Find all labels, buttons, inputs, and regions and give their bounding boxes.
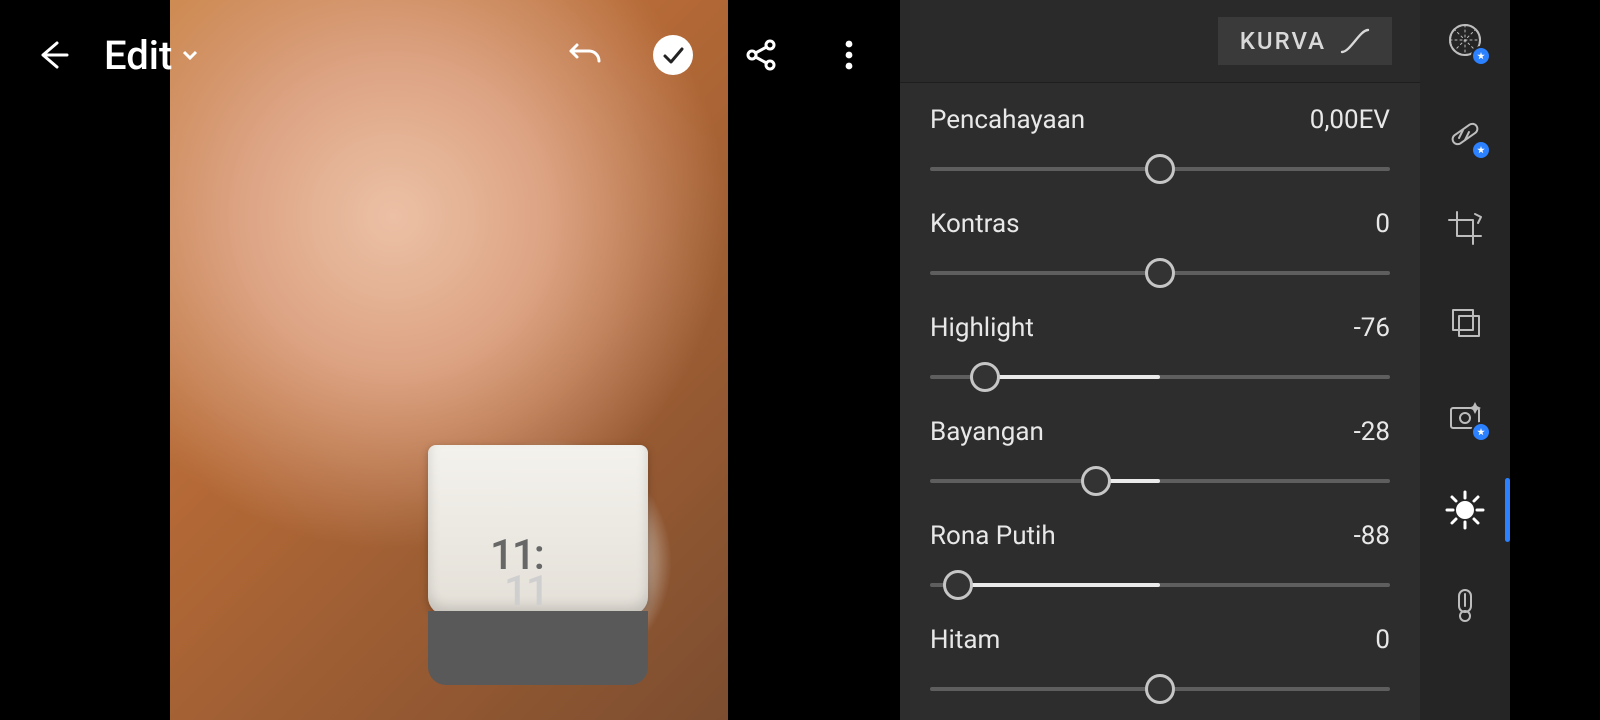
tool-masking[interactable] (1443, 18, 1487, 62)
check-icon (660, 42, 686, 68)
undo-button[interactable] (564, 34, 606, 76)
slider-thumb[interactable] (1145, 258, 1175, 288)
slider-exposure[interactable] (930, 153, 1390, 185)
tool-color[interactable] (1443, 582, 1487, 626)
tool-crop[interactable] (1443, 206, 1487, 250)
curve-icon (1340, 28, 1370, 54)
canvas-area: 11: 11 Edit (0, 0, 900, 720)
slider-thumb[interactable] (1081, 466, 1111, 496)
light-icon (1445, 490, 1485, 530)
tool-presets[interactable] (1443, 300, 1487, 344)
crop-icon (1445, 208, 1485, 248)
slider-labels: Pencahayaan 0,00EV (930, 105, 1390, 135)
slider-list: Pencahayaan 0,00EV Kontras 0 Highlight -76 Bay… (900, 83, 1420, 720)
slider-row-shadows: Bayangan -28 (930, 417, 1390, 497)
slider-value: -76 (1354, 313, 1390, 343)
slider-row-exposure: Pencahayaan 0,00EV (930, 105, 1390, 185)
caret-down-icon (180, 45, 200, 65)
arrow-left-icon (35, 37, 71, 73)
premium-badge (1471, 46, 1491, 66)
color-icon (1445, 584, 1485, 624)
share-button[interactable] (740, 34, 782, 76)
commit-button[interactable] (652, 34, 694, 76)
mode-label: Edit (104, 32, 172, 79)
slider-labels: Rona Putih -88 (930, 521, 1390, 551)
share-icon (743, 37, 779, 73)
slider-blacks[interactable] (930, 673, 1390, 705)
slider-value: -88 (1354, 521, 1390, 551)
adjustments-panel: KURVA Pencahayaan 0,00EV Kontras 0 Highlight… (900, 0, 1420, 720)
slider-whites[interactable] (930, 569, 1390, 601)
slider-labels: Kontras 0 (930, 209, 1390, 239)
panel-header: KURVA (900, 0, 1420, 83)
undo-icon (567, 37, 603, 73)
cup-text-2: 11 (504, 567, 548, 616)
slider-name: Kontras (930, 209, 1020, 239)
slider-name: Highlight (930, 313, 1034, 343)
slider-shadows[interactable] (930, 465, 1390, 497)
slider-value: -28 (1354, 417, 1390, 447)
curve-tab[interactable]: KURVA (1218, 17, 1392, 65)
slider-thumb[interactable] (1145, 674, 1175, 704)
slider-labels: Hitam 0 (930, 625, 1390, 655)
curve-tab-label: KURVA (1240, 27, 1326, 55)
slider-value: 0 (1375, 209, 1390, 239)
slider-row-whites: Rona Putih -88 (930, 521, 1390, 601)
tool-healing[interactable] (1443, 112, 1487, 156)
slider-thumb[interactable] (1145, 154, 1175, 184)
photo-preview[interactable]: 11: 11 (170, 0, 728, 720)
slider-row-highlights: Highlight -76 (930, 313, 1390, 393)
slider-value: 0 (1375, 625, 1390, 655)
mode-dropdown[interactable]: Edit (104, 32, 200, 79)
more-vertical-icon (831, 37, 867, 73)
slider-row-blacks: Hitam 0 (930, 625, 1390, 705)
active-tool-indicator (1505, 478, 1510, 542)
slider-value: 0,00EV (1310, 105, 1390, 135)
slider-thumb[interactable] (943, 570, 973, 600)
slider-highlights[interactable] (930, 361, 1390, 393)
slider-contrast[interactable] (930, 257, 1390, 289)
cup-graphic: 11: 11 (428, 445, 648, 685)
premium-badge (1471, 422, 1491, 442)
slider-name: Pencahayaan (930, 105, 1085, 135)
slider-labels: Highlight -76 (930, 313, 1390, 343)
back-button[interactable] (32, 34, 74, 76)
slider-name: Rona Putih (930, 521, 1056, 551)
tool-rail (1420, 0, 1510, 720)
slider-name: Bayangan (930, 417, 1044, 447)
slider-labels: Bayangan -28 (930, 417, 1390, 447)
tool-auto[interactable] (1443, 394, 1487, 438)
slider-row-contrast: Kontras 0 (930, 209, 1390, 289)
tool-light[interactable] (1443, 488, 1487, 532)
slider-name: Hitam (930, 625, 1000, 655)
overflow-menu-button[interactable] (828, 34, 870, 76)
slider-thumb[interactable] (970, 362, 1000, 392)
presets-icon (1445, 302, 1485, 342)
app-root: 11: 11 Edit (0, 0, 1600, 720)
premium-badge (1471, 140, 1491, 160)
